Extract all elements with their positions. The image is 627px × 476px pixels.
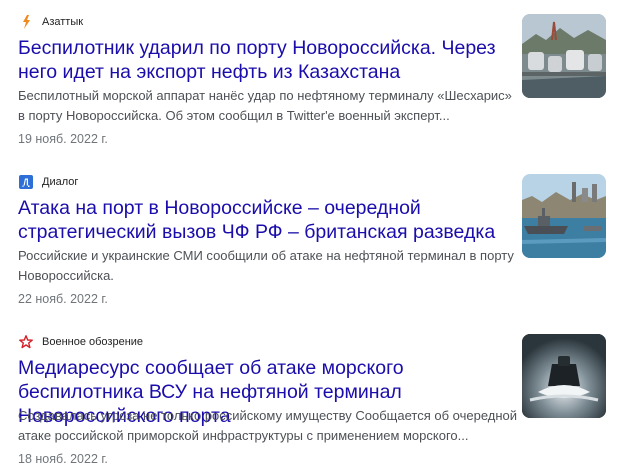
dialog-logo-icon (18, 174, 34, 190)
news-item[interactable]: Азаттык Беспилотник ударил по порту Ново… (0, 0, 627, 150)
publish-date: 18 нояб. 2022 г. (18, 452, 108, 466)
snippet: Создавалась угроза не только российскому… (18, 408, 518, 443)
source-row[interactable]: Диалог (18, 174, 78, 190)
thumbnail-image[interactable] (522, 14, 606, 98)
headline-link[interactable]: Атака на порт в Новороссийске – очередно… (18, 196, 518, 244)
publish-date: 19 нояб. 2022 г. (18, 132, 108, 146)
publish-date: 22 нояб. 2022 г. (18, 292, 108, 306)
snippet: Беспилотный морской аппарат нанёс удар п… (18, 88, 512, 123)
source-name: Диалог (42, 176, 79, 188)
thumbnail-image[interactable] (522, 174, 606, 258)
source-row[interactable]: Военное обозрение (18, 334, 143, 350)
azattyk-logo-icon (18, 14, 34, 30)
headline-link[interactable]: Беспилотник ударил по порту Новороссийск… (18, 36, 518, 84)
news-item[interactable]: Военное обозрение Медиаресурс сообщает о… (0, 320, 627, 470)
source-name: Азаттык (42, 16, 84, 28)
news-item[interactable]: Диалог Атака на порт в Новороссийске – о… (0, 160, 627, 310)
source-row[interactable]: Азаттык (18, 14, 83, 30)
source-name: Военное обозрение (42, 336, 144, 348)
snippet: Российские и украинские СМИ сообщили об … (18, 248, 514, 283)
star-logo-icon (18, 334, 34, 350)
thumbnail-image[interactable] (522, 334, 606, 418)
